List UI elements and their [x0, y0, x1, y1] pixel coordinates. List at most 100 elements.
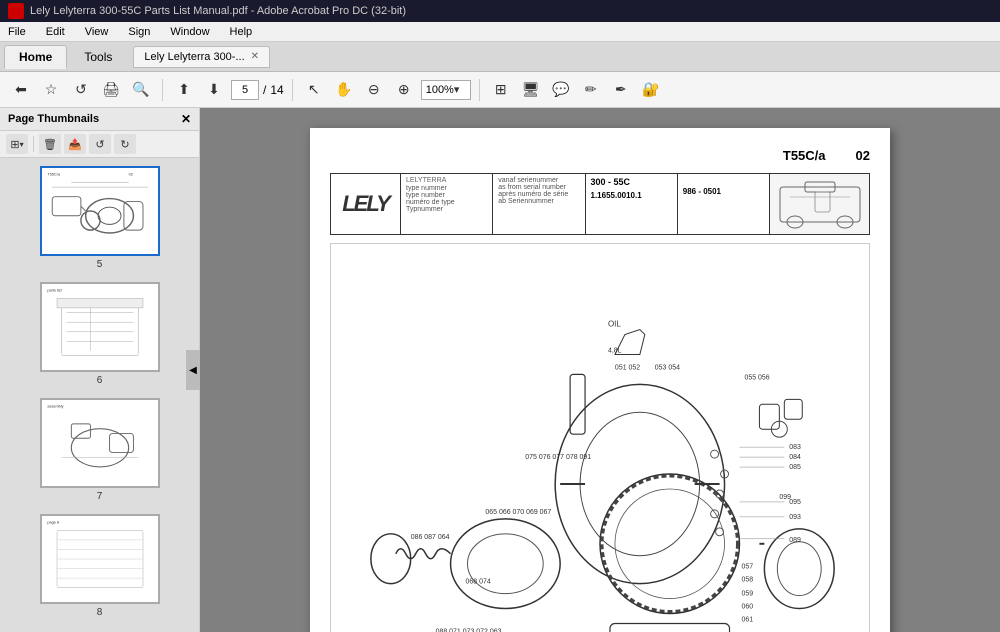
zoom-box: 100% ▾ — [421, 80, 471, 100]
thumbnail-8[interactable]: page 8 8 — [40, 514, 160, 618]
zoom-dropdown[interactable]: ▾ — [454, 83, 460, 96]
doc-tab-close[interactable]: ✕ — [251, 51, 259, 62]
ribbon-tabs: Home Tools Lely Lelyterra 300-... ✕ — [0, 42, 1000, 72]
svg-text:089: 089 — [789, 537, 801, 544]
svg-text:085: 085 — [789, 464, 801, 471]
menu-sign[interactable]: Sign — [124, 24, 154, 40]
svg-text:084: 084 — [789, 454, 801, 461]
menu-file[interactable]: File — [4, 24, 30, 40]
page-header: T55C/a 02 — [330, 148, 870, 163]
tab-tools[interactable]: Tools — [69, 45, 127, 69]
pen-tool[interactable]: ✒ — [608, 77, 634, 103]
type-code-value: 1.1655.0010.1 — [591, 191, 672, 200]
svg-text:095: 095 — [789, 499, 801, 506]
svg-text:075 076 077 078 091: 075 076 077 078 091 — [525, 454, 591, 461]
page-ref: T55C/a — [783, 148, 826, 163]
thumb-label-8: 8 — [97, 607, 103, 618]
select-tool-button[interactable]: ↖ — [301, 77, 327, 103]
hand-tool-button[interactable]: ✋ — [331, 77, 357, 103]
svg-text:083: 083 — [789, 444, 801, 451]
svg-text:page 8: page 8 — [47, 521, 59, 525]
highlight-tool[interactable]: ✏ — [578, 77, 604, 103]
svg-text:02: 02 — [128, 173, 132, 177]
back-button[interactable]: ⬅ — [8, 77, 34, 103]
stamp-tool[interactable]: 🔐 — [638, 77, 664, 103]
title-bar: Lely Lelyterra 300-55C Parts List Manual… — [0, 0, 1000, 22]
prev-page-button[interactable]: ⬆ — [171, 77, 197, 103]
thumb-label-5: 5 — [97, 259, 103, 270]
comment-tool[interactable]: 💬 — [548, 77, 574, 103]
main-area: Page Thumbnails ✕ ⊞▾ 🗑 📤 ↺ ↻ — [0, 108, 1000, 632]
panel-title: Page Thumbnails — [8, 113, 99, 125]
svg-text:T55C/a: T55C/a — [47, 173, 60, 177]
thumbnail-6[interactable]: parts list 6 — [40, 282, 160, 386]
type-col: vanaf serienummeras from serial numberap… — [493, 174, 585, 234]
diagram-area: OIL 4,8L — [330, 243, 870, 632]
toolbar-sep-1 — [162, 79, 163, 101]
doc-tab-label: Lely Lelyterra 300-... — [144, 51, 244, 63]
menu-view[interactable]: View — [81, 24, 113, 40]
svg-text:059: 059 — [741, 591, 753, 598]
app-icon — [8, 3, 24, 19]
panel-toolbar: ⊞▾ 🗑 📤 ↺ ↻ — [0, 131, 199, 158]
machine-thumbnail — [769, 174, 869, 234]
serial-col: 986 - 0501 — [678, 174, 769, 234]
marquee-tool[interactable]: ⊞ — [488, 77, 514, 103]
serial-header: vanaf serienummeras from serial numberap… — [498, 177, 579, 205]
svg-text:099: 099 — [779, 494, 791, 501]
doc-tab[interactable]: Lely Lelyterra 300-... ✕ — [133, 46, 270, 68]
svg-text:057: 057 — [741, 564, 753, 571]
panel-extract-btn[interactable]: 📤 — [64, 134, 86, 154]
menu-help[interactable]: Help — [226, 24, 257, 40]
panel-header: Page Thumbnails ✕ — [0, 108, 199, 131]
print-button[interactable]: 🖨 — [98, 77, 124, 103]
svg-text:061: 061 — [741, 616, 753, 623]
brand-label: LELYTERRA — [406, 177, 487, 184]
menu-edit[interactable]: Edit — [42, 24, 69, 40]
menu-window[interactable]: Window — [166, 24, 213, 40]
brand-col: LELYTERRA type nummertype numbernuméro d… — [401, 174, 493, 234]
panel-sep-1 — [33, 136, 34, 152]
thumbnail-5[interactable]: T55C/a 02 5 — [40, 166, 160, 270]
svg-text:058: 058 — [741, 577, 753, 584]
svg-text:060: 060 — [741, 604, 753, 611]
pdf-viewer[interactable]: T55C/a 02 LELY LELYTERRA type nummertype… — [200, 108, 1000, 632]
panel-redo-btn[interactable]: ↻ — [114, 134, 136, 154]
zoom-out-button[interactable]: ⊖ — [361, 77, 387, 103]
thumb-img-7: assembly — [40, 398, 160, 488]
svg-text:093: 093 — [789, 514, 801, 521]
panel-close-button[interactable]: ✕ — [181, 112, 191, 126]
thumb-label-6: 6 — [97, 375, 103, 386]
bookmark-button[interactable]: ☆ — [38, 77, 64, 103]
panel-delete-btn[interactable]: 🗑 — [39, 134, 61, 154]
zoom-out-small[interactable]: 🔍 — [128, 77, 154, 103]
zoom-level: 100% — [426, 84, 454, 96]
toolbar: ⬅ ☆ ↺ 🖨 🔍 ⬆ ⬇ / 14 ↖ ✋ ⊖ ⊕ 100% ▾ ⊞ 🖥 💬 … — [0, 72, 1000, 108]
svg-text:4,8L: 4,8L — [608, 347, 622, 354]
svg-text:053 054: 053 054 — [655, 364, 680, 371]
panel-collapse-button[interactable]: ◀ — [186, 350, 200, 390]
note-tool[interactable]: 🖥 — [518, 77, 544, 103]
svg-text:068 074: 068 074 — [466, 579, 491, 586]
serial-value: 986 - 0501 — [683, 187, 764, 196]
panel-undo-btn[interactable]: ↺ — [89, 134, 111, 154]
rotate-button[interactable]: ↺ — [68, 77, 94, 103]
next-page-button[interactable]: ⬇ — [201, 77, 227, 103]
menu-bar: File Edit View Sign Window Help — [0, 22, 1000, 42]
page-separator: / — [263, 83, 266, 97]
panel-view-btn[interactable]: ⊞▾ — [6, 134, 28, 154]
thumbnails-area[interactable]: T55C/a 02 5 — [0, 158, 199, 632]
svg-text:088 071 073 072 063: 088 071 073 072 063 — [436, 628, 502, 632]
svg-text:parts list: parts list — [47, 289, 62, 293]
info-table: LELY LELYTERRA type nummertype numbernum… — [330, 173, 870, 235]
current-page-input[interactable] — [231, 80, 259, 100]
svg-text:065 066 070 069 067: 065 066 070 069 067 — [485, 509, 551, 516]
tab-home[interactable]: Home — [4, 45, 67, 69]
svg-text:assembly: assembly — [47, 405, 63, 409]
thumbnail-7[interactable]: assembly 7 — [40, 398, 160, 502]
info-cols: LELYTERRA type nummertype numbernuméro d… — [401, 174, 769, 234]
left-panel: Page Thumbnails ✕ ⊞▾ 🗑 📤 ↺ ↻ — [0, 108, 200, 632]
pdf-page: T55C/a 02 LELY LELYTERRA type nummertype… — [310, 128, 890, 632]
type-labels: type nummertype numbernuméro de typeTypn… — [406, 185, 487, 213]
zoom-in-button[interactable]: ⊕ — [391, 77, 417, 103]
